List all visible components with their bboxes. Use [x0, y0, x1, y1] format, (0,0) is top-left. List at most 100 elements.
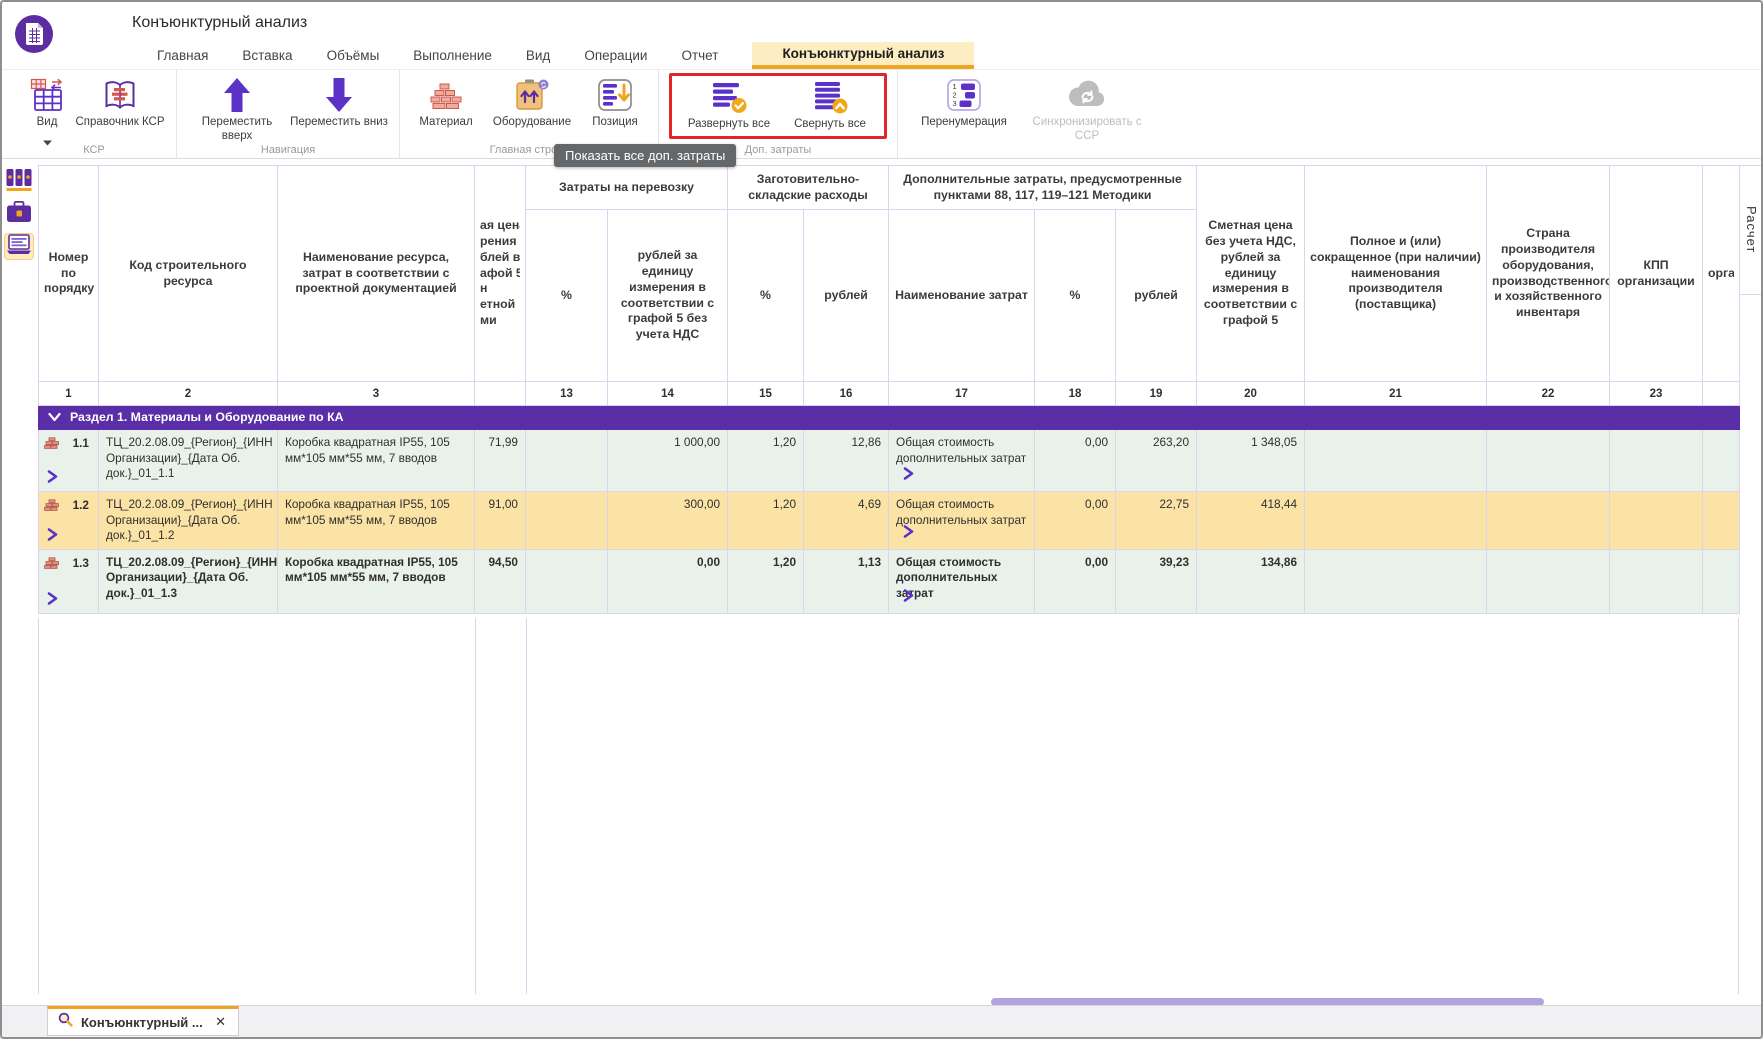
cell-c22[interactable]: [1487, 492, 1610, 550]
menu-tab-6[interactable]: Операции: [584, 42, 647, 69]
cell-resource-code[interactable]: ТЦ_20.2.08.09_{Регион}_{ИНН Организации}…: [99, 492, 278, 550]
column-number: [475, 382, 526, 406]
cell-row-number[interactable]: 1.2: [39, 492, 99, 550]
cell-c13[interactable]: [526, 492, 608, 550]
window-title: Конъюнктурный анализ: [132, 14, 307, 32]
cell-c22[interactable]: [1487, 549, 1610, 613]
cell-cost-name[interactable]: Общая стоимость дополнительных затрат: [889, 430, 1035, 492]
col-header-code: Код строительного ресурса: [99, 166, 278, 382]
cell-c24[interactable]: [1703, 492, 1740, 550]
cell-c21[interactable]: [1305, 549, 1487, 613]
cell-c14[interactable]: 0,00: [608, 549, 728, 613]
cell-c14[interactable]: 1 000,00: [608, 430, 728, 492]
menu-tab-1[interactable]: Главная: [157, 42, 208, 69]
toolbar-button-expand-all[interactable]: Развернуть все: [680, 77, 778, 132]
menu-tab-8[interactable]: Конъюнктурный анализ: [752, 42, 974, 69]
cell-c15[interactable]: 1,20: [728, 549, 804, 613]
annotation-red-box: Развернуть всеСвернуть все: [669, 73, 887, 139]
cell-c21[interactable]: [1305, 492, 1487, 550]
cell-c21[interactable]: [1305, 430, 1487, 492]
cell-c23[interactable]: [1610, 492, 1703, 550]
cell-row-number[interactable]: 1.3: [39, 549, 99, 613]
cell-clipped-price[interactable]: 91,00: [475, 492, 526, 550]
material-row-icon: [44, 499, 60, 515]
cell-clipped-price[interactable]: 71,99: [475, 430, 526, 492]
cell-c16[interactable]: 4,69: [804, 492, 889, 550]
menu-tab-label: Операции: [584, 48, 647, 63]
cell-cost-name[interactable]: Общая стоимость дополнительных затрат: [889, 549, 1035, 613]
toolbar-button-arrow-down[interactable]: Переместить вниз: [289, 75, 389, 130]
toolbar-button-grid-view[interactable]: Вид: [22, 75, 72, 151]
briefcase-icon: [6, 201, 32, 228]
toolbar-button-collapse-all[interactable]: Свернуть все: [784, 77, 876, 132]
toolbar-button-renumber[interactable]: 123Перенумерация: [908, 75, 1020, 130]
expand-row-chevron[interactable]: [46, 470, 59, 486]
cell-resource-name[interactable]: Коробка квадратная IP55, 105 мм*105 мм*5…: [278, 549, 475, 613]
col-header-c22: Страна производителя оборудования, произ…: [1487, 166, 1610, 382]
col-header-num: Номер по порядку: [39, 166, 99, 382]
svg-text:3: 3: [953, 99, 957, 108]
cell-c19[interactable]: 39,23: [1116, 549, 1197, 613]
cell-row-number[interactable]: 1.1: [39, 430, 99, 492]
toolbar-button-arrow-up[interactable]: Переместить вверх: [187, 75, 287, 143]
cell-c23[interactable]: [1610, 549, 1703, 613]
menu-tab-3[interactable]: Объёмы: [327, 42, 380, 69]
sidebar-item-binders[interactable]: [4, 169, 34, 196]
bottom-tab-analysis[interactable]: Конъюнктурный ... ✕: [47, 1006, 239, 1036]
menu-tab-2[interactable]: Вставка: [242, 42, 292, 69]
column-number: 15: [728, 382, 804, 406]
expand-row-chevron[interactable]: [46, 528, 59, 544]
cell-c22[interactable]: [1487, 430, 1610, 492]
cell-resource-code[interactable]: ТЦ_20.2.08.09_{Регион}_{ИНН Организации}…: [99, 549, 278, 613]
section-row[interactable]: Раздел 1. Материалы и Оборудование по КА: [39, 406, 1740, 430]
grid-view-icon: [29, 76, 65, 114]
toolbar-button-book[interactable]: Справочник КСР: [74, 75, 166, 130]
column-number: 2: [99, 382, 278, 406]
cell-resource-code[interactable]: ТЦ_20.2.08.09_{Регион}_{ИНН Организации}…: [99, 430, 278, 492]
cell-c13[interactable]: [526, 549, 608, 613]
cell-c14[interactable]: 300,00: [608, 492, 728, 550]
toolbar-button-label: Оборудование: [493, 116, 571, 130]
toolbar-button-equipment-box[interactable]: Оборудование: [484, 75, 580, 130]
cell-c15[interactable]: 1,20: [728, 430, 804, 492]
expand-costs-chevron[interactable]: [902, 589, 915, 607]
cell-cost-name[interactable]: Общая стоимость дополнительных затрат: [889, 492, 1035, 550]
cell-clipped-price[interactable]: 94,50: [475, 549, 526, 613]
cell-resource-name[interactable]: Коробка квадратная IP55, 105 мм*105 мм*5…: [278, 430, 475, 492]
equipment-box-icon: [514, 76, 550, 114]
col-header-clipped-right: орга: [1703, 166, 1740, 382]
tab-calculation[interactable]: Расчет: [1739, 165, 1763, 295]
sidebar-item-spreadsheet[interactable]: [4, 233, 34, 260]
expand-row-chevron[interactable]: [46, 592, 59, 608]
cell-resource-name[interactable]: Коробка квадратная IP55, 105 мм*105 мм*5…: [278, 492, 475, 550]
cell-c18[interactable]: 0,00: [1035, 492, 1116, 550]
menu-tab-4[interactable]: Выполнение: [413, 42, 492, 69]
cell-c16[interactable]: 12,86: [804, 430, 889, 492]
toolbar-button-bricks[interactable]: Материал: [410, 75, 482, 130]
cell-c20[interactable]: 1 348,05: [1197, 430, 1305, 492]
cell-c24[interactable]: [1703, 549, 1740, 613]
menu-tab-5[interactable]: Вид: [526, 42, 550, 69]
cell-c18[interactable]: 0,00: [1035, 549, 1116, 613]
expand-costs-chevron[interactable]: [902, 467, 915, 485]
cell-c15[interactable]: 1,20: [728, 492, 804, 550]
cell-c24[interactable]: [1703, 430, 1740, 492]
cell-c20[interactable]: 418,44: [1197, 492, 1305, 550]
toolbar-button-cloud-sync[interactable]: Синхронизировать с ССР: [1022, 75, 1152, 143]
toolbar-button-label: Перенумерация: [921, 116, 1007, 130]
expand-costs-chevron[interactable]: [902, 525, 915, 543]
toolbar-button-position[interactable]: Позиция: [582, 75, 648, 130]
sidebar-item-briefcase[interactable]: [4, 201, 34, 228]
menu-tab-label: Вставка: [242, 48, 292, 63]
cell-c16[interactable]: 1,13: [804, 549, 889, 613]
cell-c13[interactable]: [526, 430, 608, 492]
cell-c19[interactable]: 263,20: [1116, 430, 1197, 492]
close-icon[interactable]: ✕: [213, 1014, 228, 1030]
column-number: [1703, 382, 1740, 406]
menu-tab-7[interactable]: Отчет: [681, 42, 718, 69]
cell-c23[interactable]: [1610, 430, 1703, 492]
cell-c18[interactable]: 0,00: [1035, 430, 1116, 492]
column-number: 17: [889, 382, 1035, 406]
cell-c19[interactable]: 22,75: [1116, 492, 1197, 550]
cell-c20[interactable]: 134,86: [1197, 549, 1305, 613]
